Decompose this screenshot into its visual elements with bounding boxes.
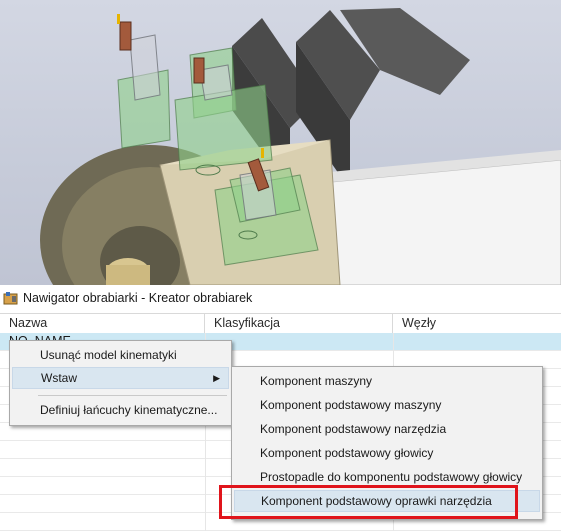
machine-navigator-icon [3, 292, 18, 305]
menu-item-delete-kinematics-model[interactable]: Usunąć model kinematyki [12, 344, 229, 366]
menu-separator [38, 395, 227, 396]
panel-titlebar: Nawigator obrabiarki - Kreator obrabiare… [0, 285, 561, 313]
submenu-item-machine-base-component[interactable]: Komponent podstawowy maszyny [234, 394, 540, 416]
submenu-item-tool-base-component[interactable]: Komponent podstawowy narzędzia [234, 418, 540, 440]
machine-model [40, 8, 561, 285]
menu-item-insert-label: Wstaw [41, 371, 77, 385]
panel-title: Nawigator obrabiarki - Kreator obrabiare… [23, 291, 253, 305]
menu-item-insert[interactable]: Wstaw ▶ [12, 367, 229, 389]
highlight-annotation-box [219, 485, 518, 519]
submenu-item-head-base-component[interactable]: Komponent podstawowy głowicy [234, 442, 540, 464]
3d-viewport[interactable] [0, 0, 561, 285]
table-header: Nazwa Klasyfikacja Węzły [0, 313, 561, 334]
column-header-name[interactable]: Nazwa [0, 314, 205, 333]
column-header-classification[interactable]: Klasyfikacja [205, 314, 393, 333]
submenu-item-machine-component[interactable]: Komponent maszyny [234, 370, 540, 392]
chevron-right-icon: ▶ [213, 373, 220, 383]
column-header-nodes[interactable]: Węzły [393, 314, 561, 333]
context-menu: Usunąć model kinematyki Wstaw ▶ Definiuj… [9, 340, 232, 426]
menu-item-define-kinematic-chains[interactable]: Definiuj łańcuchy kinematyczne... [12, 399, 229, 421]
